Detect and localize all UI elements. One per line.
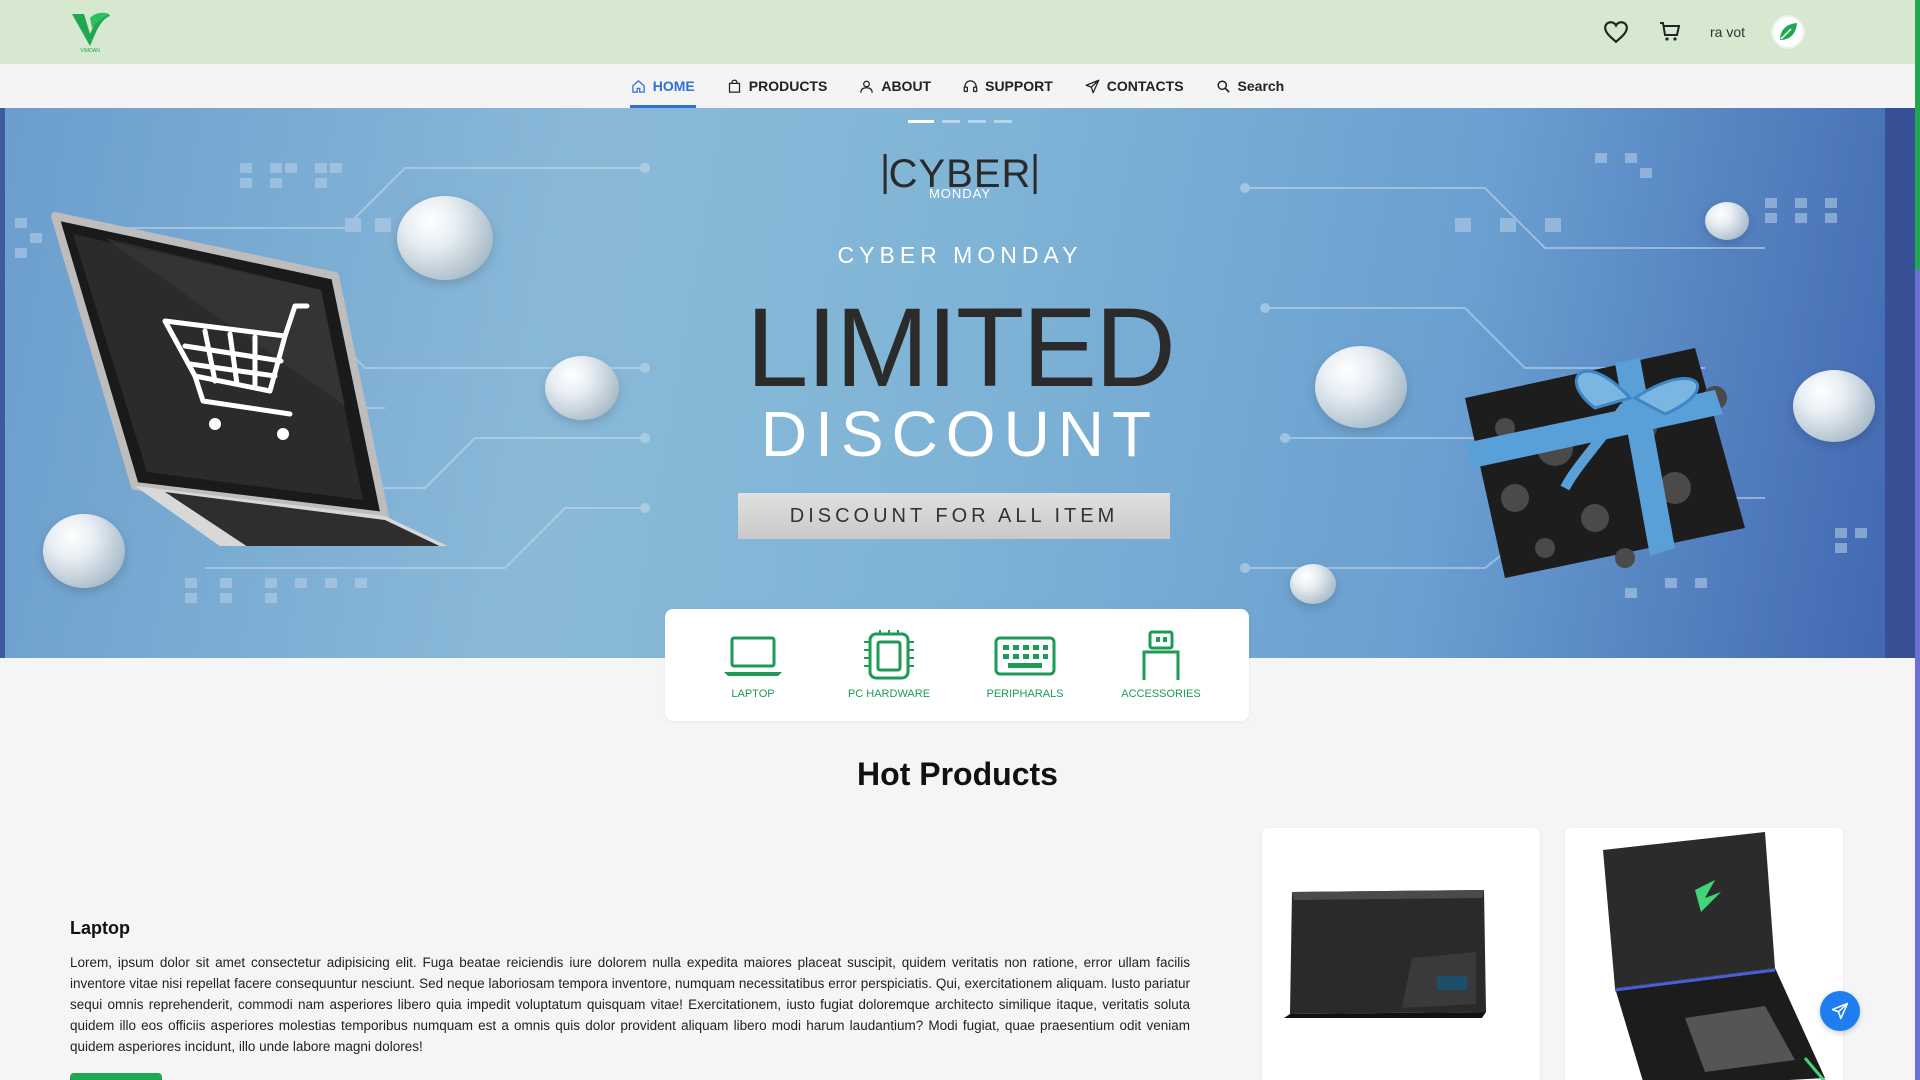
search-icon — [1216, 79, 1230, 93]
carousel-dot-1[interactable] — [908, 120, 934, 123]
category-laptop-label: LAPTOP — [731, 688, 775, 700]
decorative-pearl — [1315, 346, 1407, 428]
username-label[interactable]: ra vot — [1710, 24, 1745, 40]
user-icon — [860, 80, 874, 93]
hero-headline: LIMITED — [746, 285, 1176, 410]
decorative-pearl — [1290, 564, 1336, 604]
chat-send-button[interactable] — [1820, 991, 1860, 1031]
nav-contacts-label: CONTACTS — [1106, 78, 1184, 94]
decorative-pearl — [397, 196, 493, 280]
featured-product-title: Laptop — [70, 918, 130, 938]
featured-product-description: Lorem, ipsum dolor sit amet consectetur … — [70, 955, 1190, 1054]
hot-products-heading: Hot Products — [857, 756, 1058, 792]
hero-banner[interactable]: CYBER MONDAY CYBER MONDAY LIMITED DISCOU… — [5, 108, 1915, 658]
product-card[interactable] — [1565, 828, 1843, 1080]
decorative-pearl — [545, 356, 619, 420]
gift-box-illustration — [1465, 348, 1745, 578]
product-card[interactable] — [1262, 828, 1540, 1080]
nav-about-label: ABOUT — [881, 78, 932, 94]
usb-icon — [1142, 630, 1180, 680]
main-nav: HOME PRODUCTS ABOUT SUPPORT CONTACTS Sea… — [0, 64, 1915, 108]
category-peripherals-label: PERIPHARALS — [986, 688, 1064, 700]
nav-support[interactable]: SUPPORT — [962, 64, 1054, 108]
scrollbar-track-lower — [1915, 270, 1920, 1080]
home-icon — [632, 79, 645, 93]
nav-about[interactable]: ABOUT — [858, 64, 932, 108]
headset-icon — [963, 79, 978, 92]
send-icon — [1831, 1002, 1849, 1020]
category-accessories[interactable]: ACCESSORIES — [1101, 630, 1221, 700]
top-bar: VIMOAN ra vot — [0, 0, 1915, 64]
carousel-dot-3[interactable] — [968, 120, 986, 123]
nav-support-label: SUPPORT — [985, 78, 1053, 94]
carousel-dot-2[interactable] — [942, 120, 960, 123]
svg-text:VIMOAN: VIMOAN — [80, 48, 100, 54]
cyber-monday-logo: CYBER MONDAY — [883, 154, 1037, 201]
gaming-laptop-image — [1603, 832, 1826, 1080]
category-card: LAPTOP PC HARDWARE PERIPHARALS ACCESSORI… — [665, 609, 1249, 721]
category-laptop[interactable]: LAPTOP — [693, 630, 813, 700]
send-icon — [1085, 79, 1100, 93]
nav-home[interactable]: HOME — [629, 64, 696, 108]
discount-button[interactable]: DISCOUNT FOR ALL ITEM — [738, 493, 1170, 539]
category-peripherals[interactable]: PERIPHARALS — [965, 630, 1085, 700]
keyboard-icon — [994, 636, 1056, 676]
nav-products[interactable]: PRODUCTS — [726, 64, 829, 108]
site-logo[interactable]: VIMOAN — [68, 10, 112, 54]
decorative-pearl — [43, 514, 125, 588]
nav-home-label: HOME — [652, 78, 695, 94]
category-pc-hardware[interactable]: PC HARDWARE — [829, 630, 949, 700]
cart-icon[interactable] — [1656, 18, 1684, 46]
decorative-pearl — [1705, 202, 1749, 240]
laptop-icon — [724, 636, 782, 676]
hero-subtitle: CYBER MONDAY — [837, 242, 1083, 268]
decorative-pearl — [1793, 370, 1875, 442]
hero-headline-secondary: DISCOUNT — [760, 398, 1160, 470]
laptop-back-image — [1284, 890, 1486, 1018]
nav-products-label: PRODUCTS — [748, 78, 828, 94]
wishlist-heart-icon[interactable] — [1602, 18, 1630, 46]
nav-search-label: Search — [1237, 78, 1285, 94]
chip-icon — [864, 630, 914, 680]
category-accessories-label: ACCESSORIES — [1121, 688, 1201, 700]
featured-product-button[interactable] — [70, 1073, 162, 1080]
nav-search[interactable]: Search — [1215, 64, 1286, 108]
carousel-dots — [908, 120, 1012, 123]
nav-contacts[interactable]: CONTACTS — [1084, 64, 1185, 108]
hero-right-edge — [1885, 108, 1915, 658]
bag-icon — [728, 79, 740, 93]
scrollbar-thumb[interactable] — [1915, 0, 1920, 270]
category-pc-hardware-label: PC HARDWARE — [847, 688, 931, 700]
avatar[interactable] — [1771, 15, 1805, 49]
carousel-dot-4[interactable] — [994, 120, 1012, 123]
